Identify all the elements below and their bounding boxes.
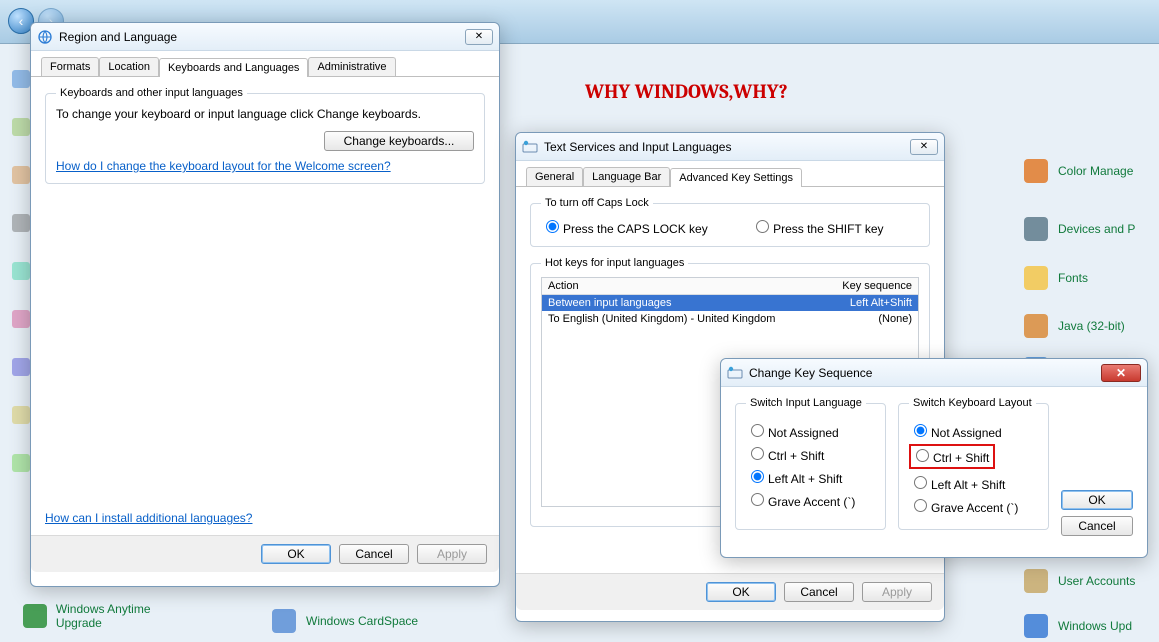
- dialog-title: Text Services and Input Languages: [544, 140, 910, 154]
- welcome-screen-link[interactable]: How do I change the keyboard layout for …: [56, 159, 391, 173]
- keyboard-world-icon: [727, 365, 743, 381]
- apply-button[interactable]: Apply: [862, 582, 932, 602]
- cancel-button[interactable]: Cancel: [1061, 516, 1133, 536]
- control-panel-item-icon: [1020, 610, 1052, 642]
- control-panel-item[interactable]: Windows Upd: [1020, 610, 1159, 642]
- install-languages-link[interactable]: How can I install additional languages?: [45, 511, 252, 525]
- hotkey-row[interactable]: To English (United Kingdom) - United Kin…: [542, 311, 918, 327]
- cancel-button[interactable]: Cancel: [784, 582, 854, 602]
- control-panel-item-label: Windows Anytime Upgrade: [56, 602, 190, 630]
- region-language-dialog: Region and Language ✕ FormatsLocationKey…: [30, 22, 500, 587]
- close-button[interactable]: ✕: [465, 29, 493, 45]
- tab-formats[interactable]: Formats: [41, 57, 99, 76]
- control-panel-item[interactable]: Java (32-bit): [1020, 310, 1159, 342]
- radio-left-alt-shift[interactable]: Left Alt + Shift: [909, 473, 1038, 492]
- headline-text: WHY WINDOWS,WHY?: [585, 80, 788, 103]
- caps-lock-radio[interactable]: Press the CAPS LOCK key: [541, 222, 711, 236]
- radio-not-assigned[interactable]: Not Assigned: [909, 421, 1038, 440]
- globe-icon: [37, 29, 53, 45]
- region-tabs: FormatsLocationKeyboards and LanguagesAd…: [31, 51, 499, 77]
- control-panel-item-icon: [268, 605, 300, 637]
- hotkey-row[interactable]: Between input languagesLeft Alt+Shift: [542, 295, 918, 311]
- radio-left-alt-shift[interactable]: Left Alt + Shift: [746, 467, 875, 486]
- tab-keyboards-and-languages[interactable]: Keyboards and Languages: [159, 58, 309, 77]
- tab-general[interactable]: General: [526, 167, 583, 186]
- control-panel-item-icon: [1020, 213, 1052, 245]
- close-button[interactable]: ✕: [910, 139, 938, 155]
- caps-legend: To turn off Caps Lock: [541, 197, 653, 209]
- caps-lock-group: To turn off Caps Lock Press the CAPS LOC…: [530, 197, 930, 247]
- control-panel-item-label: Windows CardSpace: [306, 614, 418, 628]
- tab-language-bar[interactable]: Language Bar: [583, 167, 670, 186]
- tab-location[interactable]: Location: [99, 57, 159, 76]
- group-description: To change your keyboard or input languag…: [56, 107, 474, 121]
- right-legend: Switch Keyboard Layout: [909, 397, 1036, 409]
- tab-administrative[interactable]: Administrative: [308, 57, 395, 76]
- control-panel-item-icon: [20, 600, 50, 632]
- group-legend: Keyboards and other input languages: [56, 87, 247, 99]
- control-panel-item-label: Java (32-bit): [1058, 319, 1125, 333]
- switch-keyboard-layout-group: Switch Keyboard Layout Not Assigned Ctrl …: [898, 397, 1049, 530]
- hotkeys-legend: Hot keys for input languages: [541, 257, 688, 269]
- control-panel-item[interactable]: Devices and P: [1020, 213, 1159, 245]
- col-sequence: Key sequence: [822, 280, 912, 292]
- control-panel-item-icon: [1020, 565, 1052, 597]
- cancel-button[interactable]: Cancel: [339, 544, 409, 564]
- radio-grave-accent-[interactable]: Grave Accent (`): [909, 496, 1038, 515]
- control-panel-item-label: Color Manage: [1058, 164, 1133, 178]
- col-action: Action: [548, 280, 822, 292]
- radio-ctrl-shift[interactable]: Ctrl + Shift: [909, 444, 1038, 469]
- text-services-tabs: GeneralLanguage BarAdvanced Key Settings: [516, 161, 944, 187]
- control-panel-item-label: User Accounts: [1058, 574, 1135, 588]
- ok-button[interactable]: OK: [1061, 490, 1133, 510]
- apply-button[interactable]: Apply: [417, 544, 487, 564]
- control-panel-item-icon: [1020, 155, 1052, 187]
- shift-radio[interactable]: Press the SHIFT key: [751, 222, 883, 236]
- control-panel-item[interactable]: Fonts: [1020, 262, 1159, 294]
- change-keyboards-button[interactable]: Change keyboards...: [324, 131, 474, 151]
- ok-button[interactable]: OK: [706, 582, 776, 602]
- control-panel-item[interactable]: User Accounts: [1020, 565, 1159, 597]
- left-legend: Switch Input Language: [746, 397, 866, 409]
- control-panel-item-label: Devices and P: [1058, 222, 1135, 236]
- control-panel-item[interactable]: Windows Anytime Upgrade: [20, 600, 190, 632]
- ok-button[interactable]: OK: [261, 544, 331, 564]
- dialog-title: Region and Language: [59, 30, 465, 44]
- sidebar-icons: [12, 70, 30, 472]
- control-panel-item[interactable]: Windows CardSpace: [268, 605, 438, 637]
- change-key-sequence-dialog: Change Key Sequence ✕ Switch Input Langu…: [720, 358, 1148, 558]
- radio-not-assigned[interactable]: Not Assigned: [746, 421, 875, 440]
- control-panel-item[interactable]: Color Manage: [1020, 155, 1159, 187]
- dialog-title: Change Key Sequence: [749, 366, 1101, 380]
- control-panel-item-icon: [1020, 310, 1052, 342]
- radio-grave-accent-[interactable]: Grave Accent (`): [746, 490, 875, 509]
- close-button[interactable]: ✕: [1101, 364, 1141, 382]
- switch-input-language-group: Switch Input Language Not Assigned Ctrl +…: [735, 397, 886, 530]
- control-panel-item-label: Fonts: [1058, 271, 1088, 285]
- control-panel-item-icon: [1020, 262, 1052, 294]
- radio-ctrl-shift[interactable]: Ctrl + Shift: [746, 444, 875, 463]
- tab-advanced-key-settings[interactable]: Advanced Key Settings: [670, 168, 802, 187]
- keyboard-world-icon: [522, 139, 538, 155]
- keyboards-input-group: Keyboards and other input languages To c…: [45, 87, 485, 184]
- control-panel-item-label: Windows Upd: [1058, 619, 1132, 633]
